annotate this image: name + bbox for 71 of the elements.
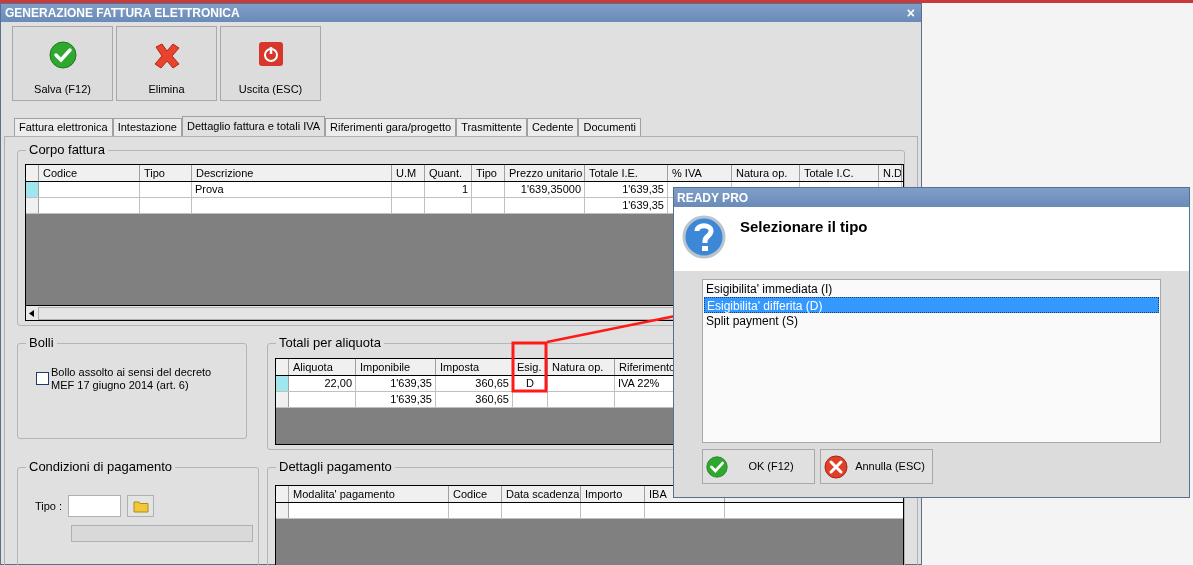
list-option[interactable]: Esigibilita' immediata (I) [704,281,1159,297]
table-row[interactable] [276,503,903,519]
tab[interactable]: Intestazione [112,118,182,136]
question-icon [682,215,726,259]
row-indicator[interactable] [276,392,289,407]
column-header[interactable]: Totale I.E. [585,165,668,181]
table-cell: 1'639,35 [622,183,664,195]
column-header[interactable]: Importo [581,486,645,502]
table-cell: 22,00 [324,377,352,389]
group-title: Corpo fattura [26,142,108,158]
checkbox-label: Bollo assolto ai sensi del decreto MEF 17 giugno 2014 (art. 6) [51,366,213,392]
table-cell: Prova [195,183,224,195]
column-header[interactable]: Imponibile [356,359,436,375]
table-cell: 1'639,35000 [520,183,581,195]
column-header[interactable]: Data scadenza [502,486,581,502]
field-label: Tipo : [35,498,63,514]
column-header[interactable]: Prezzo unitario [505,165,585,181]
tab[interactable]: Cedente [526,118,579,136]
power-icon [257,41,284,67]
table-cell: IVA 22% [618,377,660,389]
check-icon [706,455,728,478]
column-header[interactable]: Imposta [436,359,513,375]
column-header[interactable]: Tipo [472,165,505,181]
highlight-frame [511,341,548,393]
tab[interactable]: Documenti [578,118,642,136]
table-cell: 1'639,35 [390,393,432,405]
toolbar-button[interactable]: Salva (F12) [12,26,113,101]
row-indicator[interactable] [276,503,289,518]
tab[interactable]: Riferimenti gara/progetto [325,118,457,136]
cancel-icon [824,454,848,479]
check-icon [48,41,77,69]
table-cell: 360,65 [475,393,509,405]
input-field[interactable] [68,495,122,517]
dialog-heading: Selezionare il tipo [740,217,868,237]
column-header[interactable]: Natura op. [732,165,800,181]
tab[interactable]: Trasmittente [456,118,527,136]
column-header[interactable]: Esig. [513,359,548,375]
column-header[interactable]: Codice [449,486,502,502]
column-header[interactable]: Aliquota [289,359,356,375]
column-header[interactable]: Codice [39,165,140,181]
column-header[interactable]: Natura op. [548,359,615,375]
column-header[interactable]: Descrizione [192,165,392,181]
table-cell: 1'639,35 [622,199,664,211]
column-header[interactable]: Tipo [140,165,192,181]
checkbox[interactable] [36,372,49,385]
tab[interactable]: Dettaglio fattura e totali IVA [182,116,326,136]
column-header[interactable]: Modalita' pagamento [289,486,449,502]
toolbar-button[interactable]: Uscita (ESC) [220,26,321,101]
group-title: Totali per aliquota [276,335,384,351]
group-title: Dettagli pagamento [276,459,395,475]
folder-icon [132,499,149,513]
list-option[interactable]: Split payment (S) [704,313,1159,329]
column-header[interactable]: N.D [879,165,902,181]
window-title: GENERAZIONE FATTURA ELETTRONICA [5,5,240,22]
dialog-button[interactable]: OK (F12) [702,449,815,484]
table-cell: 1'639,35 [390,377,432,389]
column-header[interactable]: Quant. [425,165,472,181]
toolbar-button[interactable]: Elimina [116,26,217,101]
browse-button[interactable] [127,495,155,517]
column-header[interactable]: % IVA [668,165,732,181]
column-header[interactable]: Totale I.C. [800,165,879,181]
tab[interactable]: Fattura elettronica [14,118,113,136]
table-cell: 360,65 [475,377,509,389]
table-cell: 1 [461,183,468,195]
row-indicator[interactable] [26,198,39,213]
group-title: Condizioni di pagamento [26,459,176,475]
row-indicator[interactable] [276,376,289,391]
dialog-button[interactable]: Annulla (ESC) [820,449,933,484]
row-indicator[interactable] [26,182,39,197]
column-header[interactable]: U.M [392,165,425,181]
table-cell: D [526,377,534,389]
